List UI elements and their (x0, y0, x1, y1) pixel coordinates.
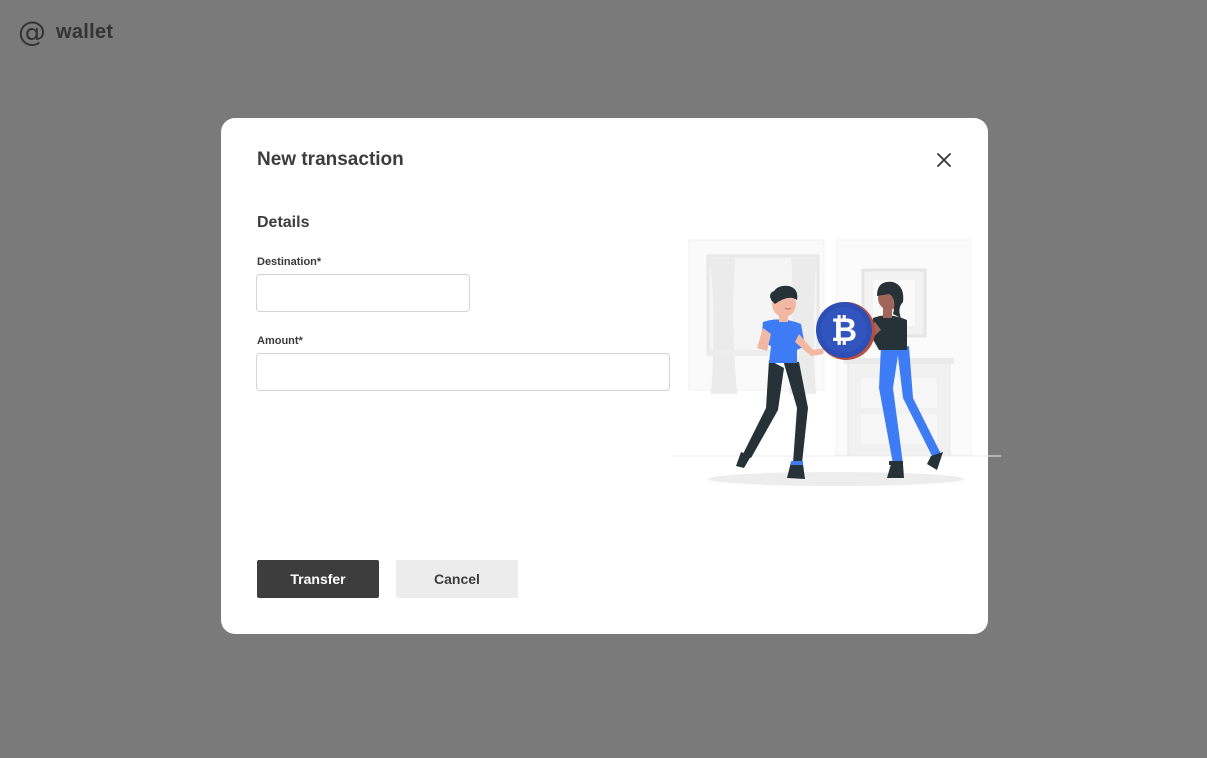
amount-label: Amount* (257, 335, 303, 347)
transfer-button[interactable]: Transfer (257, 560, 379, 598)
destination-input[interactable] (256, 274, 470, 312)
close-icon (937, 153, 951, 167)
cancel-button[interactable]: Cancel (396, 560, 518, 598)
bitcoin-icon: ₿ (816, 302, 875, 360)
amount-input[interactable] (256, 353, 670, 391)
new-transaction-modal: New transaction Details Destination* Amo… (221, 118, 1001, 634)
modal-title: New transaction (257, 149, 404, 170)
section-title-details: Details (257, 214, 310, 231)
svg-text:₿: ₿ (831, 311, 857, 349)
close-button[interactable] (932, 148, 956, 172)
bitcoin-transfer-illustration: ₿ (671, 239, 1001, 486)
destination-label: Destination* (257, 256, 322, 268)
